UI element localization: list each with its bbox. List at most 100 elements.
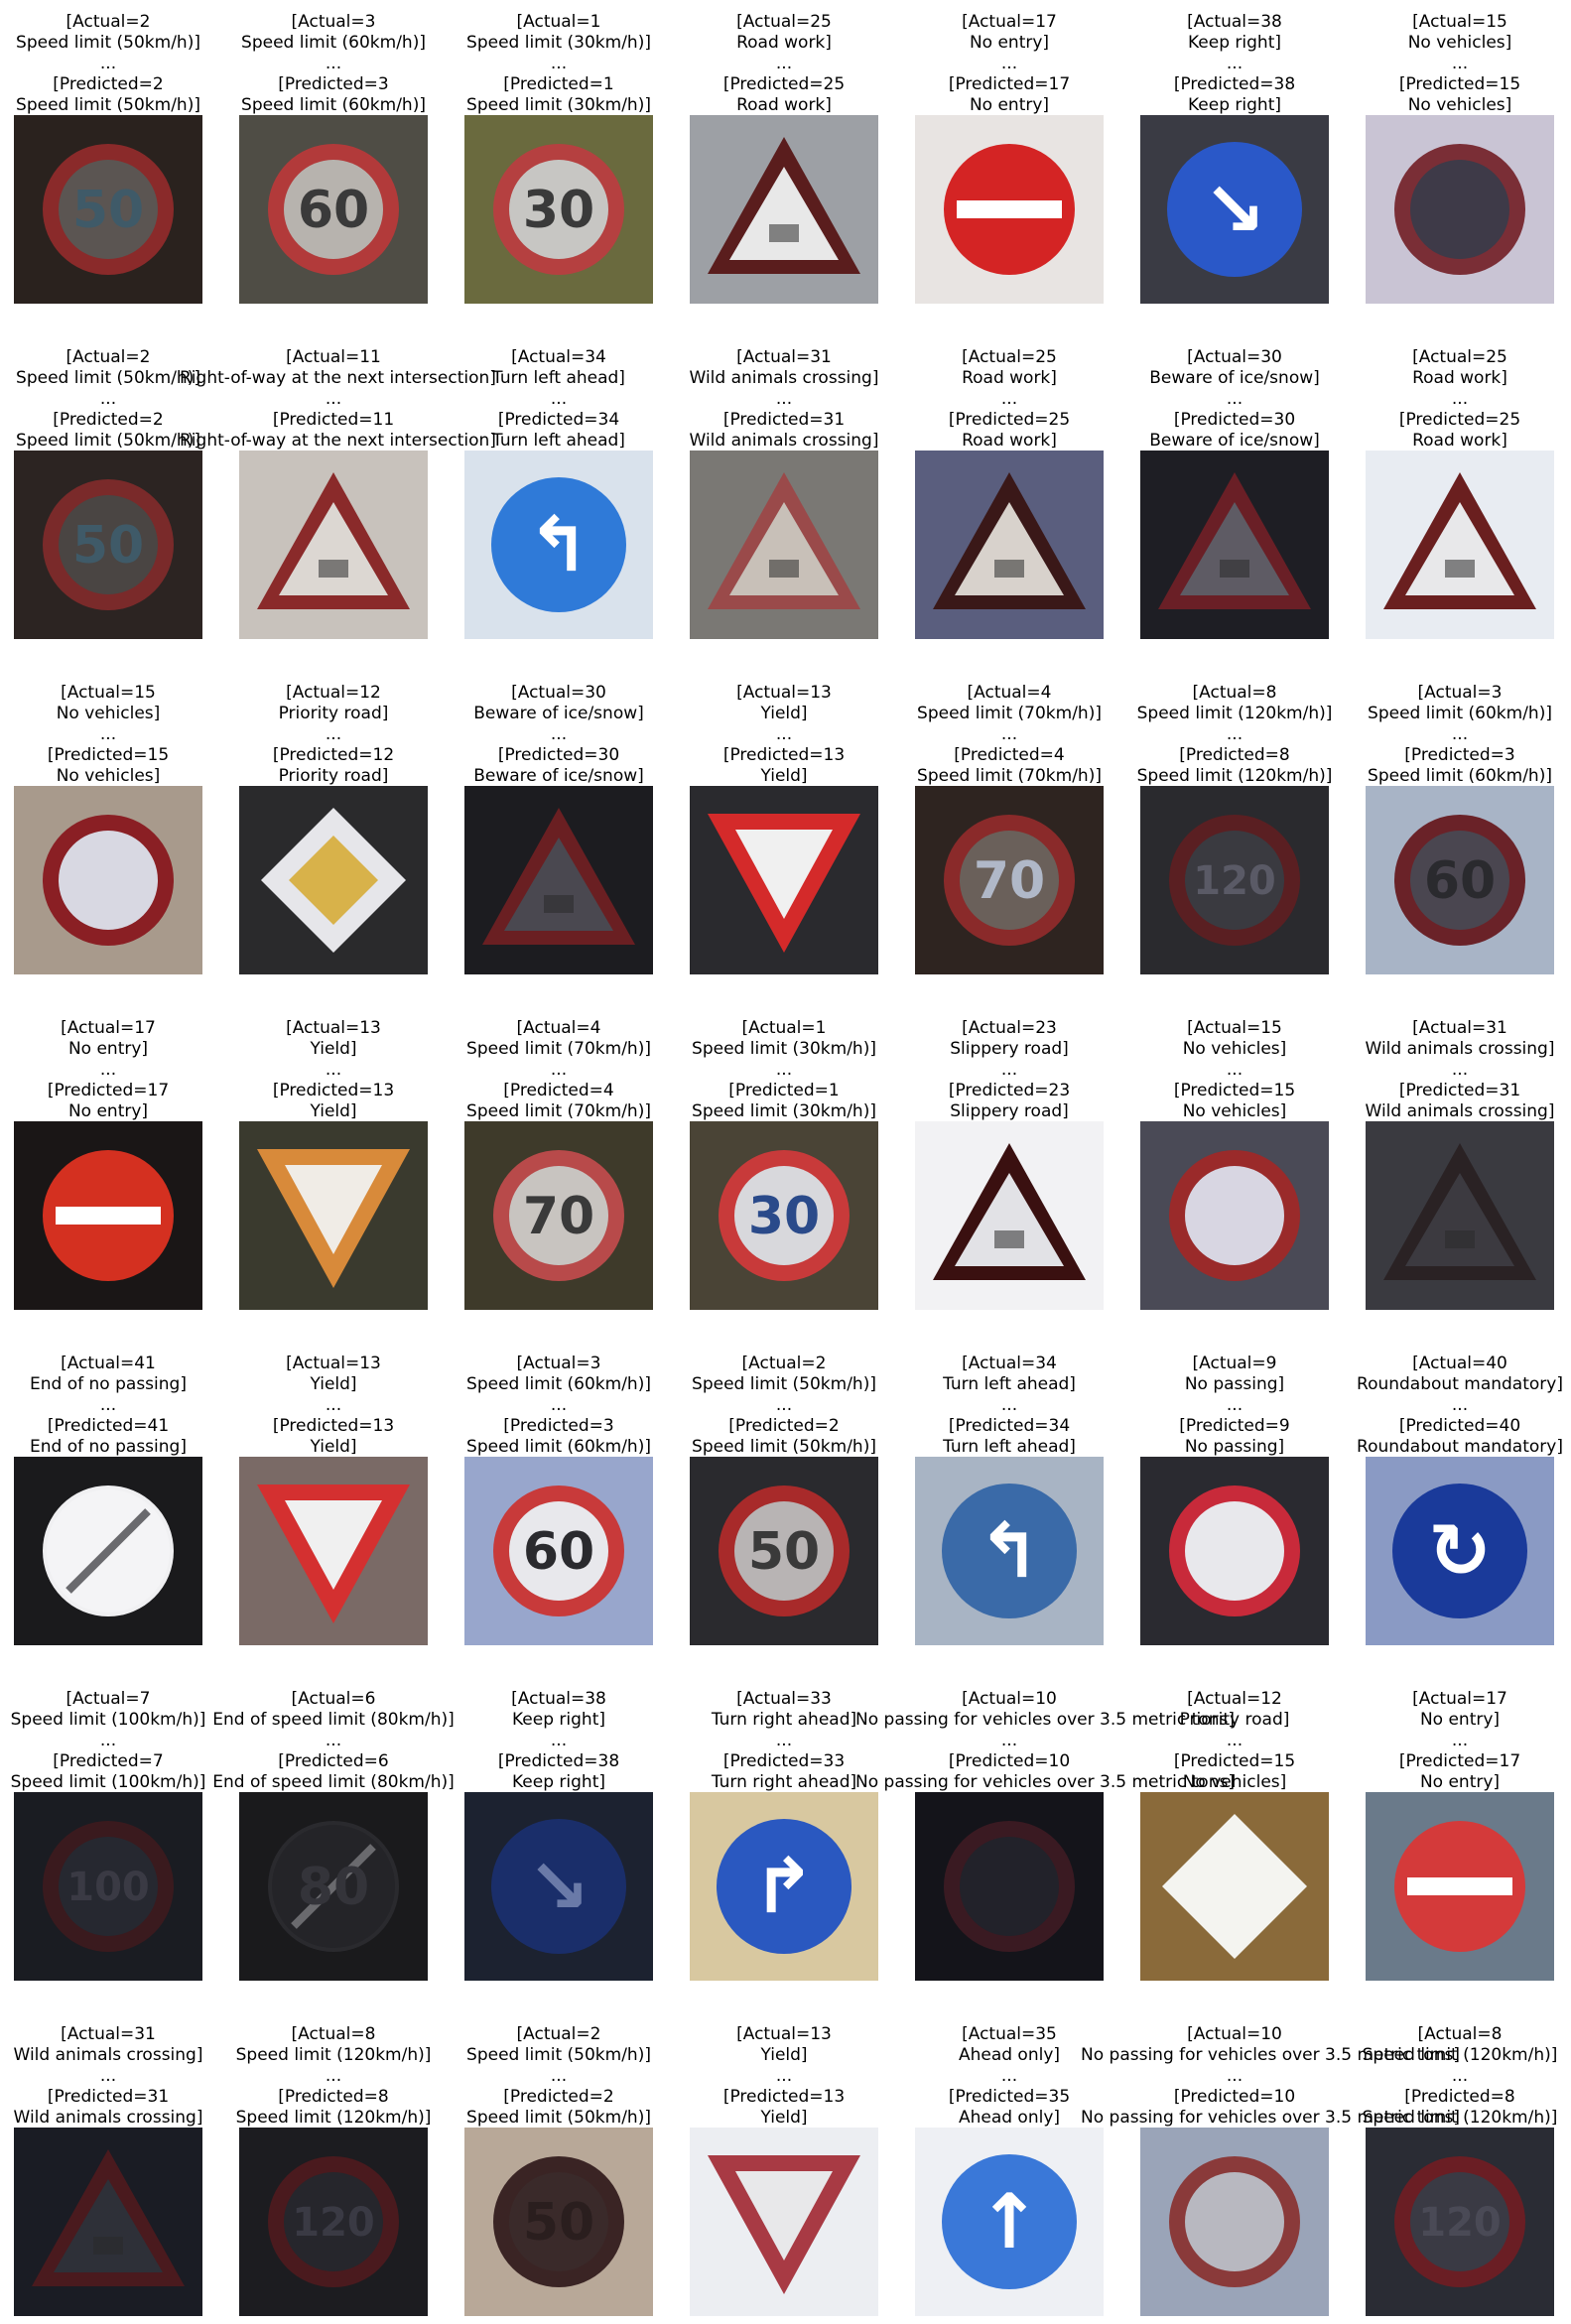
- sign-image: 50: [14, 115, 202, 304]
- predicted-label: [Predicted=3: [1404, 745, 1515, 765]
- sign-image: 30: [464, 115, 653, 304]
- sign-image: [14, 786, 202, 974]
- sign-image: 50: [14, 451, 202, 639]
- turn-left-ahead-sign: ↰: [491, 477, 626, 612]
- sign-drawing: ↰: [464, 451, 653, 639]
- speed-limit-60-sign: 60: [1394, 815, 1525, 946]
- prediction-cell: [Actual=17 No entry]... [Predicted=17 No en…: [915, 12, 1104, 310]
- actual-label: [Actual=31: [1412, 1018, 1507, 1038]
- actual-class-name: Speed limit (60km/h)]: [1368, 704, 1552, 723]
- actual-label: [Actual=15: [1412, 12, 1507, 32]
- sign-drawing: [14, 2128, 202, 2316]
- sign-image: ↱: [690, 1792, 878, 1981]
- sign-drawing: [1140, 1792, 1329, 1981]
- svg-text:↑: ↑: [978, 2177, 1041, 2265]
- svg-text:50: 50: [748, 1522, 820, 1582]
- no-passing-sign: [1169, 1485, 1300, 1616]
- speed-limit-50-sign: 50: [43, 479, 174, 610]
- sign-image: ↘: [464, 1792, 653, 1981]
- speed-limit-70-sign: 70: [493, 1150, 624, 1281]
- sign-drawing: [14, 1457, 202, 1645]
- prediction-cell: [Actual=25 Road work]... [Predicted=25 Road…: [1366, 347, 1554, 645]
- sign-drawing: [915, 451, 1104, 639]
- sign-drawing: 80: [239, 1792, 428, 1981]
- prediction-caption: [Actual=3 Speed limit (60km/h)]... [Predic…: [1306, 683, 1571, 787]
- prediction-cell: [Actual=4 Speed limit (70km/h)]... [Predic…: [464, 1018, 653, 1316]
- sign-drawing: [915, 115, 1104, 304]
- sign-image: [239, 1457, 428, 1645]
- speed-limit-60-sign: 60: [493, 1485, 624, 1616]
- prediction-cell: [Actual=17 No entry]... [Predicted=17 No en…: [14, 1018, 202, 1316]
- sign-drawing: [690, 115, 878, 304]
- prediction-cell: [Actual=30 Beware of ice/snow]... [Predict…: [464, 683, 653, 980]
- actual-class-name: No entry]: [1419, 1710, 1501, 1730]
- prediction-caption: [Actual=17 No entry]... [Predicted=17 No en…: [1306, 1689, 1571, 1793]
- predicted-class-name: No entry]: [1419, 1772, 1501, 1792]
- sign-image: 50: [464, 2128, 653, 2316]
- predicted-class-name: No vehicles]: [1407, 95, 1512, 115]
- svg-text:30: 30: [748, 1187, 820, 1246]
- sign-drawing: 60: [1366, 786, 1554, 974]
- predicted-class-name: Road work]: [1412, 431, 1507, 451]
- svg-text:120: 120: [1418, 2200, 1502, 2246]
- prediction-cell: [Actual=10 No passing for vehicles over 3…: [855, 1689, 1235, 1987]
- speed-limit-120-sign: 120: [1169, 815, 1300, 946]
- sign-drawing: [14, 786, 202, 974]
- predicted-class-name: Speed limit (60km/h)]: [1368, 766, 1552, 786]
- sign-drawing: [239, 1121, 428, 1310]
- prediction-caption: [Actual=25 Road work]... [Predicted=25 Road…: [1306, 347, 1571, 452]
- sign-drawing: 120: [1366, 2128, 1554, 2316]
- prediction-cell: [Actual=25 Road work]... [Predicted=25 Road…: [690, 12, 878, 310]
- sign-drawing: 50: [14, 115, 202, 304]
- sign-drawing: 50: [464, 2128, 653, 2316]
- ellipsis: ...: [1451, 1395, 1469, 1415]
- sign-drawing: [1140, 1121, 1329, 1310]
- sign-drawing: [1366, 1792, 1554, 1981]
- actual-label: [Actual=3: [1417, 683, 1503, 703]
- svg-text:↱: ↱: [752, 1842, 816, 1930]
- sign-image: [1140, 2128, 1329, 2316]
- svg-text:↻: ↻: [1428, 1506, 1492, 1595]
- svg-text:100: 100: [66, 1865, 150, 1910]
- sign-image: 60: [464, 1457, 653, 1645]
- svg-text:120: 120: [292, 2200, 375, 2246]
- speed-limit-100-sign: 100: [43, 1821, 174, 1952]
- prediction-caption: [Actual=31 Wild animals crossing]... [Pred…: [1306, 1018, 1571, 1122]
- sign-drawing: 120: [1140, 786, 1329, 974]
- sign-drawing: ↰: [915, 1457, 1104, 1645]
- sign-image: 50: [690, 1457, 878, 1645]
- sign-drawing: [690, 786, 878, 974]
- sign-drawing: [690, 451, 878, 639]
- prediction-cell: [Actual=17 No entry]... [Predicted=17 No en…: [1366, 1689, 1554, 1987]
- sign-image: 70: [915, 786, 1104, 974]
- sign-image: 60: [1366, 786, 1554, 974]
- sign-image: ↑: [915, 2128, 1104, 2316]
- svg-text:↰: ↰: [527, 500, 590, 588]
- sign-drawing: ↻: [1366, 1457, 1554, 1645]
- sign-image: 60: [239, 115, 428, 304]
- turn-right-ahead-sign: ↱: [717, 1819, 851, 1954]
- ellipsis: ...: [1451, 389, 1469, 409]
- sign-drawing: [239, 451, 428, 639]
- prediction-cell: [Actual=40 Roundabout mandatory]... [Predi…: [1357, 1354, 1563, 1651]
- sign-image: [14, 1121, 202, 1310]
- sign-drawing: [1366, 1121, 1554, 1310]
- sign-image: 30: [690, 1121, 878, 1310]
- sign-image: 120: [1140, 786, 1329, 974]
- turn-left-ahead-sign: ↰: [942, 1484, 1077, 1618]
- sign-image: 100: [14, 1792, 202, 1981]
- prediction-cell: [Actual=34 Turn left ahead]... [Predicted=…: [464, 347, 653, 645]
- sign-image: 70: [464, 1121, 653, 1310]
- prediction-cell: [Actual=2 Speed limit (50km/h)]... [Predic…: [14, 12, 202, 310]
- actual-label: [Actual=40: [1412, 1354, 1507, 1373]
- svg-text:60: 60: [523, 1522, 594, 1582]
- sign-drawing: [14, 1121, 202, 1310]
- sign-drawing: 70: [464, 1121, 653, 1310]
- predicted-class-name: Wild animals crossing]: [1365, 1101, 1555, 1121]
- sign-drawing: [915, 1792, 1104, 1981]
- svg-text:50: 50: [523, 2193, 594, 2253]
- predicted-label: [Predicted=31: [1398, 1081, 1521, 1100]
- prediction-caption: [Actual=40 Roundabout mandatory]... [Predi…: [1306, 1354, 1571, 1458]
- svg-text:70: 70: [523, 1187, 594, 1246]
- prediction-cell: [Actual=30 Beware of ice/snow]... [Predict…: [1140, 347, 1329, 645]
